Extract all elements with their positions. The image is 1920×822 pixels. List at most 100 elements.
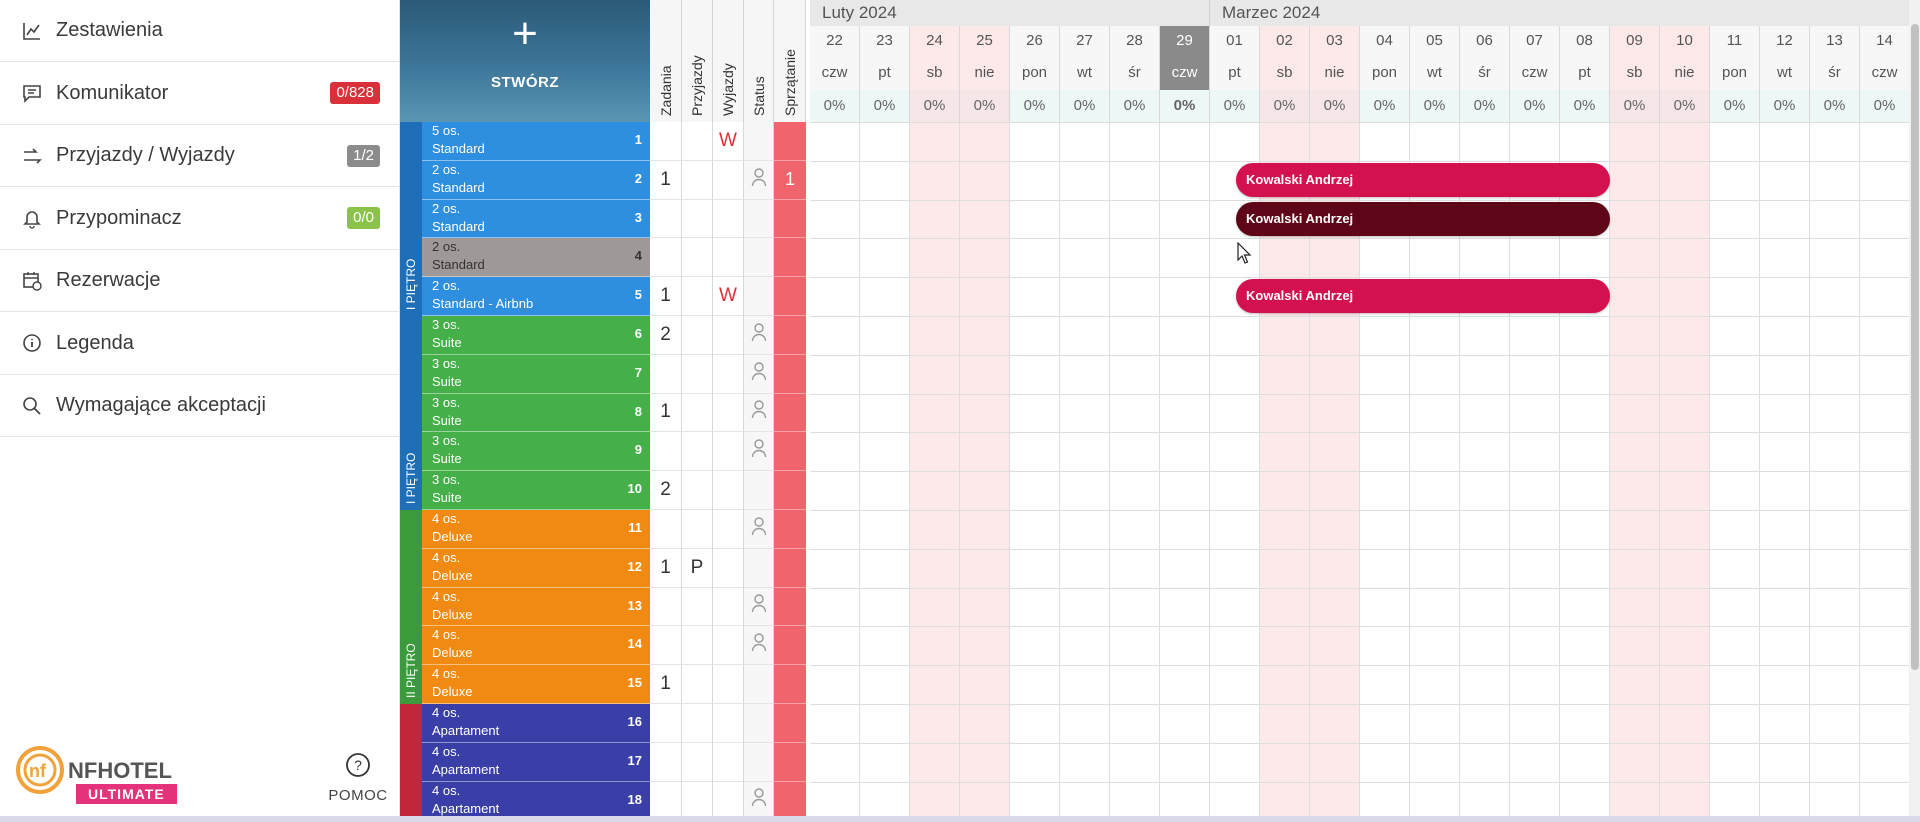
wyjazdy-cell[interactable] <box>713 199 744 239</box>
przyjazdy-cell[interactable] <box>682 160 713 200</box>
wyjazdy-cell[interactable] <box>713 471 744 510</box>
zadania-cell[interactable]: 1 <box>650 160 682 200</box>
status-cell[interactable] <box>744 587 774 627</box>
wyjazdy-cell[interactable] <box>713 742 744 782</box>
cleaning-cell[interactable] <box>774 393 806 433</box>
przyjazdy-cell[interactable] <box>682 704 713 743</box>
zadania-cell[interactable]: 2 <box>650 316 682 355</box>
booking-bar[interactable]: Kowalski Andrzej <box>1236 201 1610 236</box>
room-row-13[interactable]: 4 os. Deluxe 13 <box>422 587 650 627</box>
status-cell[interactable] <box>744 238 774 278</box>
przyjazdy-cell[interactable] <box>682 122 713 161</box>
room-row-15[interactable]: 4 os. Deluxe 15 <box>422 665 650 704</box>
help-button[interactable]: ? POMOC <box>318 752 398 804</box>
przyjazdy-cell[interactable] <box>682 510 713 549</box>
room-row-3[interactable]: 2 os. Standard 3 <box>422 199 650 239</box>
zadania-cell[interactable] <box>650 742 682 782</box>
cleaning-cell[interactable] <box>774 742 806 782</box>
wyjazdy-cell[interactable] <box>713 704 744 743</box>
zadania-cell[interactable] <box>650 704 682 743</box>
room-row-1[interactable]: 5 os. Standard 1 <box>422 122 650 161</box>
zadania-cell[interactable]: 2 <box>650 471 682 510</box>
scrollbar-thumb[interactable] <box>1911 24 1919 670</box>
zadania-cell[interactable] <box>650 199 682 239</box>
wyjazdy-cell[interactable] <box>713 432 744 472</box>
wyjazdy-cell[interactable] <box>713 548 744 588</box>
status-cell[interactable] <box>744 665 774 704</box>
wyjazdy-cell[interactable]: W <box>713 122 744 161</box>
wyjazdy-cell[interactable]: W <box>713 277 744 316</box>
status-cell[interactable] <box>744 471 774 510</box>
room-row-2[interactable]: 2 os. Standard 2 <box>422 160 650 200</box>
cleaning-cell[interactable] <box>774 510 806 549</box>
room-row-14[interactable]: 4 os. Deluxe 14 <box>422 626 650 666</box>
status-cell[interactable] <box>744 510 774 549</box>
cleaning-cell[interactable] <box>774 471 806 510</box>
wyjazdy-cell[interactable] <box>713 354 744 394</box>
status-cell[interactable] <box>744 781 774 821</box>
przyjazdy-cell[interactable] <box>682 316 713 355</box>
cleaning-cell[interactable] <box>774 277 806 316</box>
przyjazdy-cell[interactable] <box>682 393 713 433</box>
room-row-8[interactable]: 3 os. Suite 8 <box>422 393 650 433</box>
status-cell[interactable] <box>744 393 774 433</box>
wyjazdy-cell[interactable] <box>713 665 744 704</box>
status-cell[interactable] <box>744 316 774 355</box>
cleaning-cell[interactable] <box>774 199 806 239</box>
zadania-cell[interactable]: 1 <box>650 548 682 588</box>
wyjazdy-cell[interactable] <box>713 316 744 355</box>
menu-item-4[interactable]: Rezerwacje <box>0 250 400 312</box>
wyjazdy-cell[interactable] <box>713 393 744 433</box>
status-cell[interactable] <box>744 626 774 666</box>
cleaning-cell[interactable] <box>774 626 806 666</box>
cleaning-cell[interactable] <box>774 238 806 278</box>
status-cell[interactable] <box>744 354 774 394</box>
status-cell[interactable] <box>744 742 774 782</box>
przyjazdy-cell[interactable]: P <box>682 548 713 588</box>
booking-bar[interactable]: Kowalski Andrzej <box>1236 162 1610 197</box>
przyjazdy-cell[interactable] <box>682 277 713 316</box>
cleaning-cell[interactable] <box>774 122 806 161</box>
przyjazdy-cell[interactable] <box>682 238 713 278</box>
cleaning-cell[interactable] <box>774 781 806 821</box>
zadania-cell[interactable] <box>650 238 682 278</box>
status-cell[interactable] <box>744 432 774 472</box>
menu-item-0[interactable]: Zestawienia <box>0 0 400 62</box>
room-row-18[interactable]: 4 os. Apartament 18 <box>422 781 650 821</box>
wyjazdy-cell[interactable] <box>713 160 744 200</box>
status-cell[interactable] <box>744 199 774 239</box>
wyjazdy-cell[interactable] <box>713 510 744 549</box>
cleaning-cell[interactable] <box>774 316 806 355</box>
cleaning-cell[interactable] <box>774 354 806 394</box>
wyjazdy-cell[interactable] <box>713 238 744 278</box>
zadania-cell[interactable] <box>650 510 682 549</box>
room-row-6[interactable]: 3 os. Suite 6 <box>422 316 650 355</box>
przyjazdy-cell[interactable] <box>682 432 713 472</box>
room-row-17[interactable]: 4 os. Apartament 17 <box>422 742 650 782</box>
room-row-12[interactable]: 4 os. Deluxe 12 <box>422 548 650 588</box>
menu-item-3[interactable]: Przypominacz 0/0 <box>0 188 400 250</box>
cleaning-cell[interactable] <box>774 548 806 588</box>
status-cell[interactable] <box>744 704 774 743</box>
przyjazdy-cell[interactable] <box>682 587 713 627</box>
status-cell[interactable] <box>744 277 790 316</box>
przyjazdy-cell[interactable] <box>682 354 713 394</box>
zadania-cell[interactable] <box>650 781 682 821</box>
cleaning-cell[interactable] <box>774 587 806 627</box>
room-row-10[interactable]: 3 os. Suite 10 <box>422 471 650 510</box>
menu-item-6[interactable]: Wymagające akceptacji <box>0 375 400 437</box>
wyjazdy-cell[interactable] <box>713 626 744 666</box>
room-row-11[interactable]: 4 os. Deluxe 11 <box>422 510 650 549</box>
status-cell[interactable] <box>744 122 790 161</box>
zadania-cell[interactable] <box>650 626 682 666</box>
cleaning-cell[interactable] <box>774 432 806 472</box>
zadania-cell[interactable]: 1 <box>650 393 682 433</box>
cleaning-cell[interactable] <box>774 704 806 743</box>
zadania-cell[interactable] <box>650 354 682 394</box>
cleaning-cell[interactable] <box>774 665 806 704</box>
room-row-5[interactable]: 2 os. Standard - Airbnb 5 <box>422 277 650 316</box>
status-cell[interactable] <box>744 548 774 588</box>
room-row-7[interactable]: 3 os. Suite 7 <box>422 354 650 394</box>
przyjazdy-cell[interactable] <box>682 781 713 821</box>
room-row-9[interactable]: 3 os. Suite 9 <box>422 432 650 472</box>
